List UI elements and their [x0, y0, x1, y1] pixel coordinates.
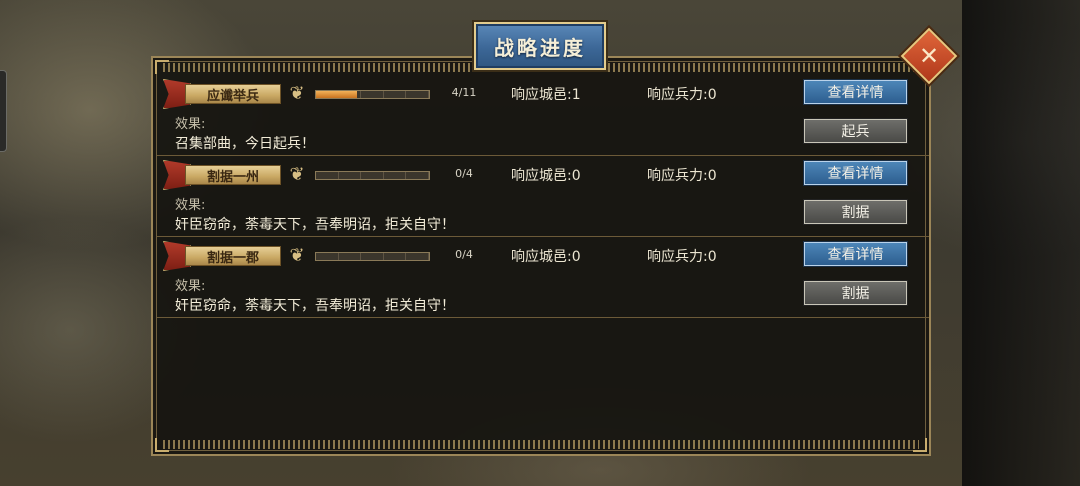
- effect-label: 效果:: [175, 279, 206, 294]
- view-details-button[interactable]: 查看详情: [804, 80, 907, 104]
- progress-count: 0/4: [455, 248, 473, 261]
- strategy-row: 割据一州 ❦ 0/4 响应城邑:0 响应兵力:0 效果: 奸臣窃命，荼毒天下，吾…: [157, 157, 929, 237]
- view-details-button[interactable]: 查看详情: [804, 161, 907, 185]
- close-icon[interactable]: ✕: [909, 36, 949, 76]
- progress-count: 0/4: [455, 167, 473, 180]
- progress-bar: [315, 90, 430, 99]
- corner-ornament: [155, 438, 169, 452]
- map-edge-shade: [962, 0, 1080, 486]
- progress-bar: [315, 252, 430, 261]
- strategy-name: 应谶举兵: [185, 84, 281, 104]
- strategy-name: 割据一州: [185, 165, 281, 185]
- strategy-banner: 割据一州 ❦: [163, 160, 313, 190]
- responding-troops: 响应兵力:0: [647, 87, 717, 103]
- secede-button[interactable]: 割据: [804, 281, 907, 305]
- dialog-title: 战略进度: [474, 22, 606, 70]
- knot-ornament-icon: ❦: [289, 164, 305, 185]
- effect-text: 奸臣窃命，荼毒天下，吾奉明诏，拒关自守！: [175, 298, 455, 314]
- progress-fill: [316, 91, 358, 98]
- responding-cities: 响应城邑:0: [511, 249, 581, 265]
- effect-label: 效果:: [175, 117, 206, 132]
- progress-bar: [315, 171, 430, 180]
- knot-ornament-icon: ❦: [289, 83, 305, 104]
- responding-cities: 响应城邑:0: [511, 168, 581, 184]
- responding-cities: 响应城邑:1: [511, 87, 581, 103]
- responding-troops: 响应兵力:0: [647, 168, 717, 184]
- strategy-banner: 割据一郡 ❦: [163, 241, 313, 271]
- progress-count: 4/11: [451, 86, 477, 99]
- strategy-row: 应谶举兵 ❦ 4/11 响应城邑:1 响应兵力:0 效果: 召集部曲，今日起兵！…: [157, 76, 929, 156]
- strategy-row: 割据一郡 ❦ 0/4 响应城邑:0 响应兵力:0 效果: 奸臣窃命，荼毒天下，吾…: [157, 238, 929, 318]
- responding-troops: 响应兵力:0: [647, 249, 717, 265]
- side-drawer-handle[interactable]: [0, 70, 7, 152]
- knot-ornament-icon: ❦: [289, 245, 305, 266]
- effect-label: 效果:: [175, 198, 206, 213]
- strategy-name: 割据一郡: [185, 246, 281, 266]
- bottom-border-pattern: [163, 440, 919, 449]
- strategy-banner: 应谶举兵 ❦: [163, 79, 313, 109]
- secede-button[interactable]: 割据: [804, 200, 907, 224]
- corner-ornament: [913, 438, 927, 452]
- effect-text: 召集部曲，今日起兵！: [175, 136, 315, 152]
- effect-text: 奸臣窃命，荼毒天下，吾奉明诏，拒关自守！: [175, 217, 455, 233]
- view-details-button[interactable]: 查看详情: [804, 242, 907, 266]
- corner-ornament: [155, 60, 169, 74]
- raise-troops-button[interactable]: 起兵: [804, 119, 907, 143]
